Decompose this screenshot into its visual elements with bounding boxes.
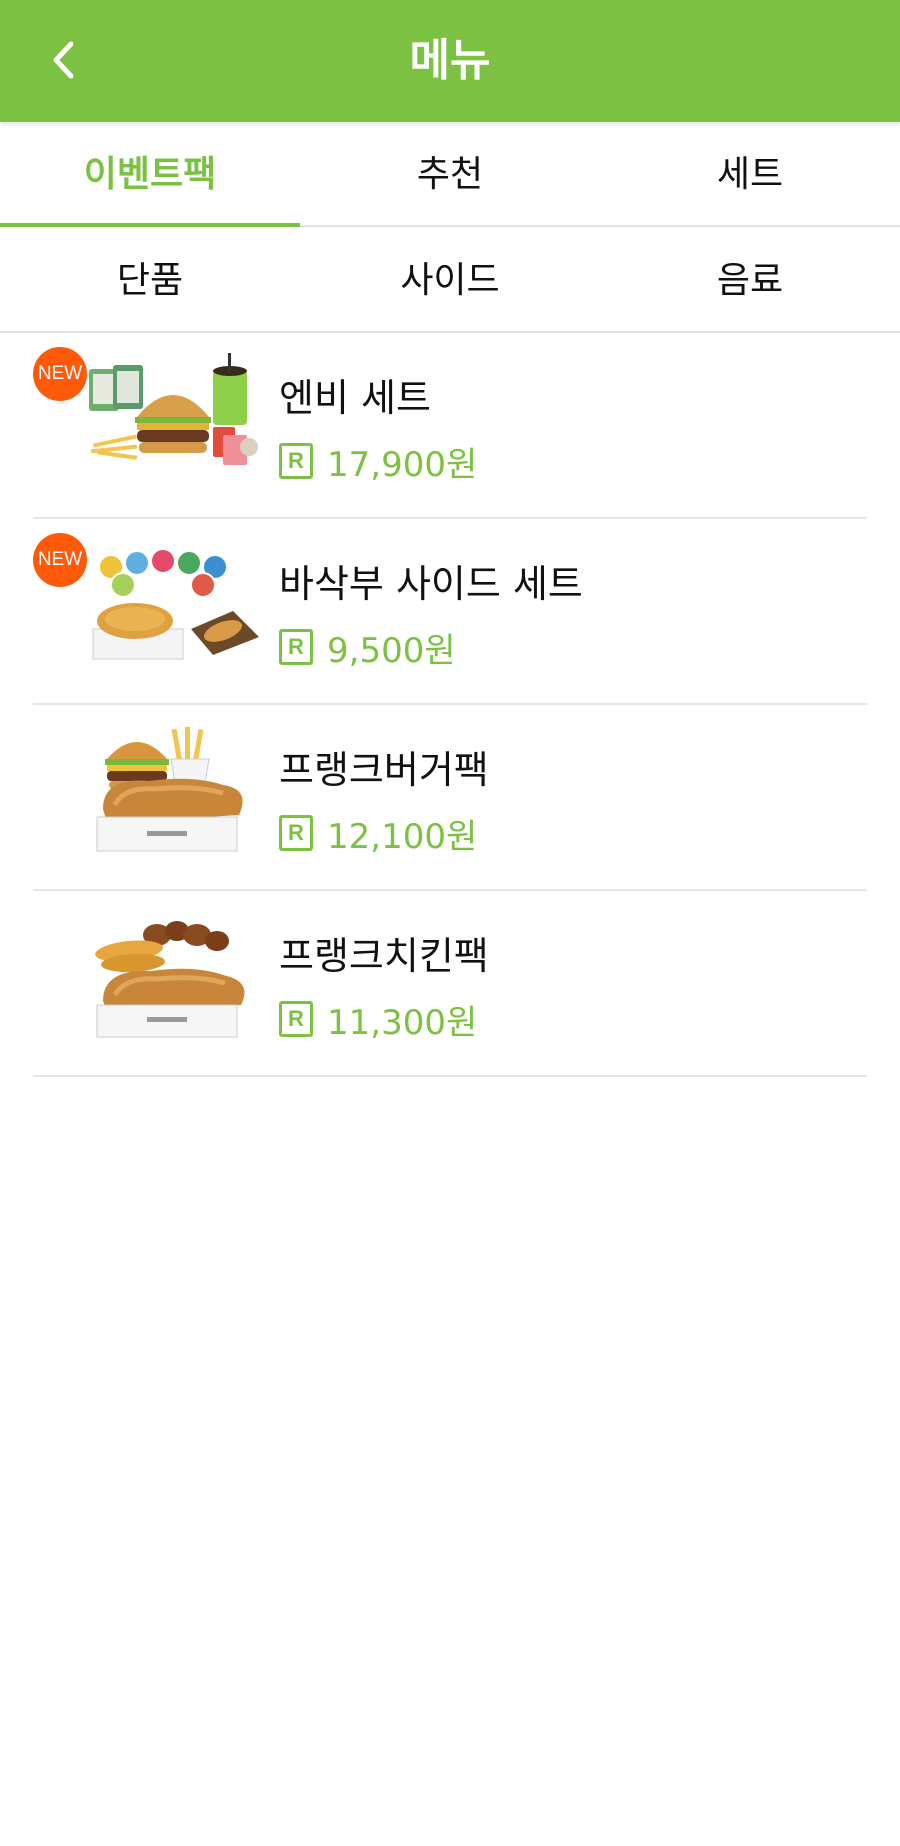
price-row: R 12,100원 [279,811,478,857]
menu-item-price: 9,500원 [327,630,456,671]
page-title: 메뉴 [409,35,491,86]
menu-item-name: 프랭크버거팩 [279,748,489,792]
price-r-icon: R [279,443,313,479]
menu-item-name: 프랭크치킨팩 [279,934,489,978]
price-row: R 17,900원 [279,439,478,485]
app-header: 메뉴 [0,0,900,122]
menu-item-name: 바삭부 사이드 세트 [279,562,583,606]
tab-recommended[interactable]: 추천 [300,123,600,225]
tab-side[interactable]: 사이드 [300,229,600,331]
menu-item-price: 17,900원 [327,444,478,485]
menu-list: NEW 엔비 세트 R 17,900원 NEW 바삭부 사이드 세트 R 9,5… [33,333,867,1077]
side-set-image [92,548,259,660]
price-r-icon: R [279,815,313,851]
chicken-pack-image [95,921,245,1038]
category-tabs-row-1: 이벤트팩 추천 세트 [0,123,900,227]
tab-set[interactable]: 세트 [600,123,900,225]
category-tabs-row-2: 단품 사이드 음료 [0,229,900,333]
tab-single[interactable]: 단품 [0,229,300,331]
price-row: R 9,500원 [279,625,456,671]
price-r-icon: R [279,629,313,665]
tab-event-pack[interactable]: 이벤트팩 [0,123,300,227]
menu-item-name: 엔비 세트 [279,376,431,420]
price-r-icon: R [279,1001,313,1037]
tab-drink[interactable]: 음료 [600,229,900,331]
menu-item-price: 12,100원 [327,816,478,857]
nb-set-image [89,353,258,465]
menu-item-frank-chicken-pack[interactable]: 프랭크치킨팩 R 11,300원 [33,891,867,1077]
new-badge: NEW [33,347,87,401]
menu-item-nb-set[interactable]: NEW 엔비 세트 R 17,900원 [33,333,867,519]
menu-item-frank-burger-pack[interactable]: 프랭크버거팩 R 12,100원 [33,705,867,891]
menu-item-price: 11,300원 [327,1002,478,1043]
burger-pack-image [96,727,243,852]
menu-item-basakbu-side-set[interactable]: NEW 바삭부 사이드 세트 R 9,500원 [33,519,867,705]
price-row: R 11,300원 [279,997,478,1043]
new-badge: NEW [33,533,87,587]
